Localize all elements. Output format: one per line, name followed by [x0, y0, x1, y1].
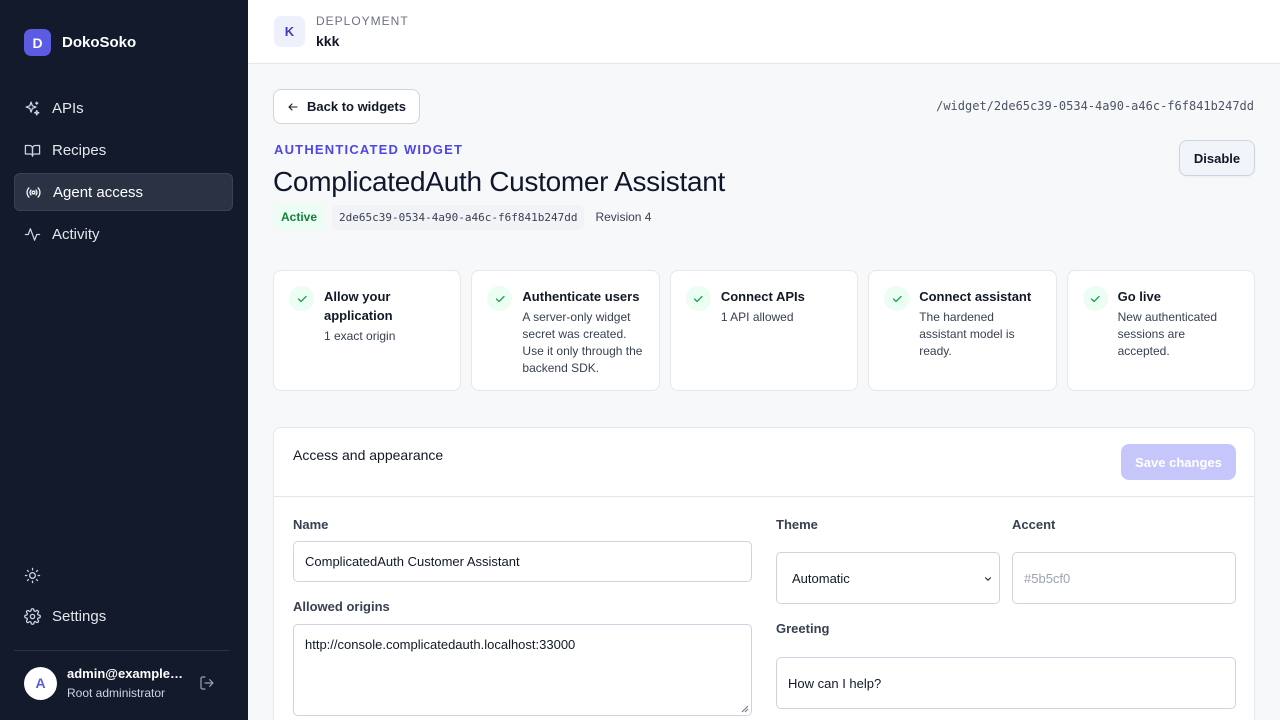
- brand-logo: D: [24, 29, 51, 56]
- brand-name: DokoSoko: [62, 34, 137, 51]
- divider: [14, 650, 229, 651]
- activity-icon: [24, 227, 41, 241]
- sidebar-item-label: Recipes: [52, 141, 107, 159]
- widget-id-badge: 2de65c39-0534-4a90-a46c-f6f841b247dd: [332, 204, 585, 230]
- check-icon: [487, 286, 513, 311]
- avatar: A: [24, 666, 57, 700]
- deployment-avatar[interactable]: K: [274, 16, 305, 47]
- chevron-down-icon: [984, 577, 992, 581]
- gear-icon: [24, 607, 41, 625]
- user-profile[interactable]: A admin@example.com Root administrator: [24, 666, 185, 700]
- topbar: K DEPLOYMENT kkk: [248, 0, 1280, 64]
- brand[interactable]: D DokoSoko: [24, 29, 136, 56]
- status-badge: Active: [274, 204, 325, 230]
- deployment-name[interactable]: kkk: [316, 33, 339, 49]
- card-title: Access and appearance: [293, 447, 444, 463]
- arrow-left-icon: [288, 102, 298, 111]
- disable-button[interactable]: Disable: [1179, 140, 1255, 176]
- step-card: Connect assistant The hardened assistant…: [868, 270, 1057, 391]
- step-desc: New authenticated sessions are accepted.: [1117, 310, 1218, 358]
- eyebrow: AUTHENTICATED WIDGET: [274, 142, 464, 157]
- sidebar-item-agent-access[interactable]: Agent access: [14, 173, 233, 211]
- book-icon: [24, 144, 41, 157]
- sidebar-nav: APIs Recipes Agent access Activity: [14, 89, 233, 257]
- name-input[interactable]: ComplicatedAuth Customer Assistant: [293, 541, 752, 582]
- revision-label: Revision 4: [595, 210, 652, 224]
- theme-value: Automatic: [792, 570, 850, 586]
- step-desc: 1 exact origin: [324, 329, 396, 343]
- access-appearance-card: Access and appearance Save changes Name …: [273, 427, 1255, 720]
- back-label: Back to widgets: [307, 99, 406, 114]
- sidebar-item-recipes[interactable]: Recipes: [14, 131, 233, 169]
- step-card: Allow your application 1 exact origin: [273, 270, 462, 391]
- user-meta: admin@example.com Root administrator: [67, 666, 185, 700]
- check-icon: [884, 286, 910, 311]
- deployment-label: DEPLOYMENT: [316, 14, 409, 28]
- user-role: Root administrator: [67, 686, 166, 700]
- step-title: Allow your application: [324, 289, 393, 323]
- accent-input[interactable]: #5b5cf0: [1012, 552, 1236, 604]
- step-title: Connect APIs: [720, 289, 805, 304]
- sun-icon[interactable]: [24, 567, 41, 584]
- sidebar-item-activity[interactable]: Activity: [14, 215, 233, 253]
- sidebar-item-apis[interactable]: APIs: [14, 89, 233, 127]
- theme-select[interactable]: Automatic: [776, 552, 1000, 604]
- greeting-label: Greeting: [776, 621, 830, 636]
- check-icon: [289, 286, 314, 311]
- sidebar: D DokoSoko APIs Recipes Agent access Act…: [0, 0, 248, 720]
- setup-steps: Allow your application 1 exact origin Au…: [273, 270, 1256, 391]
- step-card: Go live New authenticated sessions are a…: [1066, 270, 1256, 391]
- resize-handle-icon[interactable]: [741, 705, 749, 713]
- card-header: Access and appearance Save changes: [274, 428, 1254, 497]
- sparkle-icon: [25, 100, 40, 116]
- name-label: Name: [293, 517, 329, 532]
- save-changes-button[interactable]: Save changes: [1121, 444, 1236, 480]
- back-to-widgets-button[interactable]: Back to widgets: [273, 89, 420, 124]
- settings-label: Settings: [52, 607, 107, 625]
- step-desc: 1 API allowed: [720, 310, 794, 324]
- page-title: ComplicatedAuth Customer Assistant: [273, 166, 726, 197]
- step-card: Authenticate users A server-only widget …: [471, 270, 660, 391]
- allowed-origins-value: http://console.complicatedauth.localhost…: [305, 637, 576, 652]
- check-icon: [685, 286, 711, 311]
- step-desc: The hardened assistant model is ready.: [919, 310, 1015, 358]
- greeting-input[interactable]: How can I help?: [776, 657, 1236, 709]
- check-icon: [1082, 286, 1108, 311]
- step-title: Go live: [1117, 289, 1161, 304]
- allowed-origins-textarea[interactable]: http://console.complicatedauth.localhost…: [293, 624, 752, 716]
- sidebar-item-label: Activity: [52, 225, 100, 243]
- sidebar-item-settings[interactable]: Settings: [14, 597, 233, 635]
- broadcast-icon: [26, 186, 41, 198]
- step-title: Connect assistant: [919, 289, 1032, 304]
- meta-row: Active 2de65c39-0534-4a90-a46c-f6f841b24…: [274, 204, 651, 230]
- step-desc: A server-only widget secret was created.…: [522, 310, 643, 375]
- user-email: admin@example.com: [67, 666, 185, 681]
- sidebar-item-label: APIs: [52, 99, 84, 117]
- sidebar-item-label: Agent access: [53, 183, 144, 201]
- theme-label: Theme: [776, 517, 818, 532]
- widget-path: /widget/2de65c39-0534-4a90-a46c-f6f841b2…: [936, 99, 1254, 113]
- step-title: Authenticate users: [522, 289, 640, 304]
- logout-icon[interactable]: [199, 675, 215, 691]
- allowed-origins-label: Allowed origins: [293, 599, 390, 614]
- accent-label: Accent: [1012, 517, 1056, 532]
- step-card: Connect APIs 1 API allowed: [669, 270, 859, 391]
